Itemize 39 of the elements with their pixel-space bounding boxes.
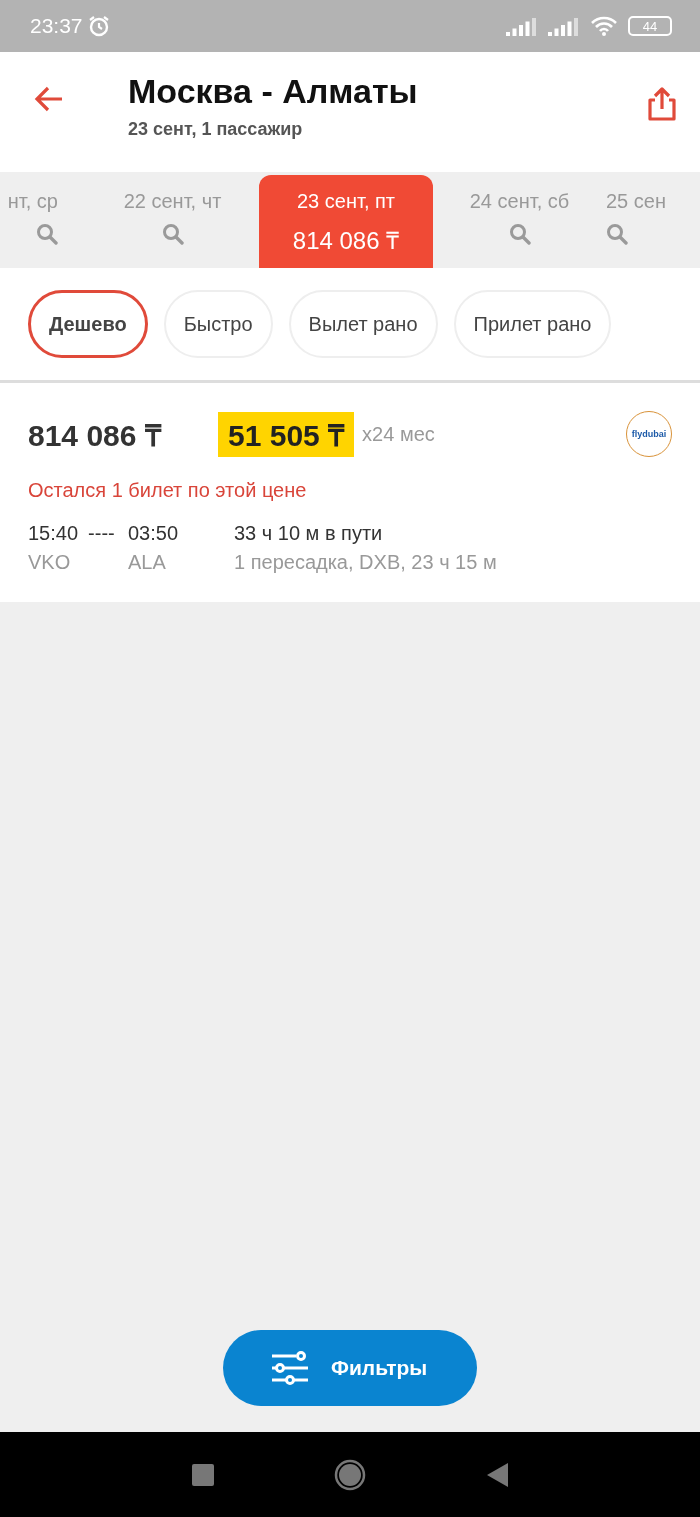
departure-airport: VKO (28, 551, 72, 574)
installment-term: x24 мес (362, 422, 435, 446)
date-tab[interactable]: нт, ср (0, 172, 86, 268)
sliders-icon (271, 1351, 309, 1385)
arrival-airport: ALA (128, 551, 167, 574)
signal-icon (506, 16, 538, 36)
back-arrow-icon (34, 86, 64, 112)
arrival-time: 03:50 (128, 522, 180, 545)
search-icon (606, 223, 628, 245)
date-tab[interactable]: 23 сент, пт 814 086 ₸ (259, 175, 433, 268)
battery-icon: 44 (628, 16, 672, 36)
flight-card[interactable]: 814 086 ₸ 51 505 ₸ x24 мес flydubai Остался 1 билет по этой цене 15:40 ---- 03:50 33 ч 10 м в пути VKO ALA 1 пересадка, DXB, 23 ч 15 м (0, 383, 700, 602)
stops-info: 1 пересадка, DXB, 23 ч 15 м (234, 551, 498, 574)
time-separator: ---- (88, 522, 115, 545)
filters-button[interactable]: Фильтры (223, 1330, 477, 1406)
sort-chip[interactable]: Быстро (163, 290, 273, 358)
trip-subtitle: 23 сент, 1 пассажир (128, 119, 304, 140)
home-icon[interactable] (334, 1458, 366, 1491)
back-nav-icon[interactable] (486, 1462, 508, 1487)
sort-chip[interactable]: Дешево (28, 290, 148, 358)
wifi-icon (590, 15, 618, 37)
date-tab[interactable]: 22 сент, чт (86, 172, 259, 268)
date-tab[interactable]: 24 сент, сб (433, 172, 606, 268)
flight-duration: 33 ч 10 м в пути (234, 522, 384, 545)
search-icon (161, 223, 184, 245)
installment-price: 51 505 ₸ (218, 411, 355, 457)
search-icon (508, 223, 531, 245)
ticket-price: 814 086 ₸ (28, 417, 163, 454)
route-title: Москва - Алматы (128, 72, 418, 111)
date-tab[interactable]: 25 сен (606, 172, 676, 268)
sort-chip[interactable]: Вылет рано (288, 290, 438, 358)
sort-chip[interactable]: Прилет рано (453, 290, 612, 358)
recent-apps-icon[interactable] (192, 1463, 214, 1486)
status-time: 23:37 (30, 14, 83, 38)
share-icon (646, 86, 678, 122)
signal-icon (548, 16, 580, 36)
search-icon (36, 223, 58, 245)
departure-time: 15:40 (28, 522, 79, 545)
seats-warning: Остался 1 билет по этой цене (28, 479, 308, 502)
